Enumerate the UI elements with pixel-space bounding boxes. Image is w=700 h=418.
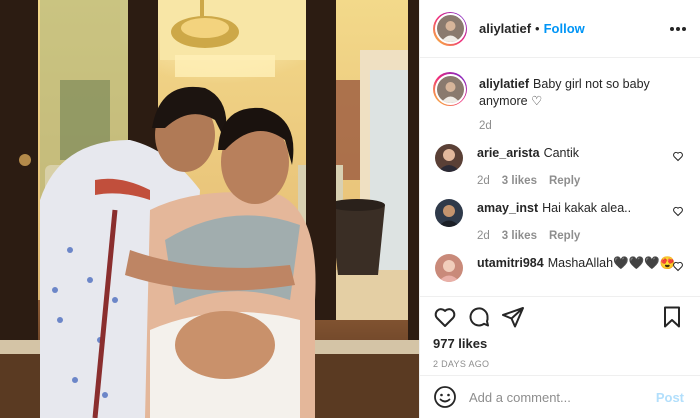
- comment-like-heart-icon[interactable]: [672, 260, 684, 272]
- commenter-avatar-image: [435, 254, 463, 282]
- post-side-panel: aliylatief • Follow aliylatief Baby girl…: [419, 0, 700, 418]
- commenter-avatar-image: [435, 144, 463, 172]
- comment-icon[interactable]: [467, 305, 491, 329]
- comment-likes[interactable]: 3 likes: [502, 175, 537, 187]
- post-photo-illustration: [0, 0, 419, 418]
- comment-time[interactable]: 2d: [477, 230, 490, 242]
- reply-button[interactable]: Reply: [549, 230, 580, 242]
- reply-button[interactable]: Reply: [549, 175, 580, 187]
- caption-username[interactable]: aliylatief: [479, 77, 529, 91]
- more-options-icon[interactable]: [670, 23, 686, 35]
- comment-like-heart-icon[interactable]: [672, 205, 684, 217]
- like-heart-icon[interactable]: [433, 305, 457, 329]
- follow-button[interactable]: Follow: [544, 21, 585, 36]
- caption-avatar-image: [436, 75, 464, 103]
- comment-text: Cantik: [543, 146, 579, 160]
- author-username[interactable]: aliylatief: [479, 21, 531, 36]
- emoji-icon[interactable]: [433, 385, 457, 409]
- post-actions-section: 977 likes 2 DAYS AGO: [420, 296, 700, 369]
- posted-time[interactable]: 2 DAYS AGO: [433, 359, 684, 369]
- comment-text: MashaAllah🖤🖤🖤😍: [547, 256, 676, 270]
- caption-text-block: aliylatief Baby girl not so baby anymore …: [479, 76, 684, 110]
- post-caption: aliylatief Baby girl not so baby anymore …: [433, 72, 684, 132]
- comment-time[interactable]: 2d: [477, 175, 490, 187]
- share-icon[interactable]: [501, 305, 525, 329]
- comments-list[interactable]: aliylatief Baby girl not so baby anymore …: [420, 58, 700, 296]
- comment-input[interactable]: [469, 389, 656, 405]
- likes-count[interactable]: 977 likes: [433, 336, 684, 351]
- commenter-avatar[interactable]: [435, 254, 463, 282]
- comment-likes[interactable]: 3 likes: [502, 230, 537, 242]
- save-bookmark-icon[interactable]: [660, 305, 684, 329]
- post-comment-button[interactable]: Post: [656, 390, 684, 405]
- comment-like-heart-icon[interactable]: [672, 150, 684, 162]
- comment-item: arie_arista Cantik 2d 3 likes Reply: [433, 144, 684, 187]
- comment-username[interactable]: utamitri984: [477, 256, 544, 270]
- add-comment-bar: Post: [420, 375, 700, 418]
- commenter-avatar-image: [435, 199, 463, 227]
- comment-text: Hai kakak alea..: [542, 201, 632, 215]
- author-avatar[interactable]: [433, 11, 467, 46]
- comment-item: amay_inst Hai kakak alea.. 2d 3 likes Rep…: [433, 199, 684, 242]
- post-header: aliylatief • Follow: [420, 0, 700, 58]
- separator-dot: •: [535, 21, 540, 36]
- commenter-avatar[interactable]: [435, 199, 463, 227]
- action-bar: [433, 297, 684, 335]
- comment-item: utamitri984 MashaAllah🖤🖤🖤😍: [433, 254, 684, 282]
- comment-username[interactable]: amay_inst: [477, 201, 538, 215]
- caption-author-avatar[interactable]: [433, 72, 467, 106]
- comment-username[interactable]: arie_arista: [477, 146, 540, 160]
- post-photo[interactable]: [0, 0, 419, 418]
- author-avatar-image: [436, 15, 464, 42]
- commenter-avatar[interactable]: [435, 144, 463, 172]
- caption-time[interactable]: 2d: [479, 120, 684, 132]
